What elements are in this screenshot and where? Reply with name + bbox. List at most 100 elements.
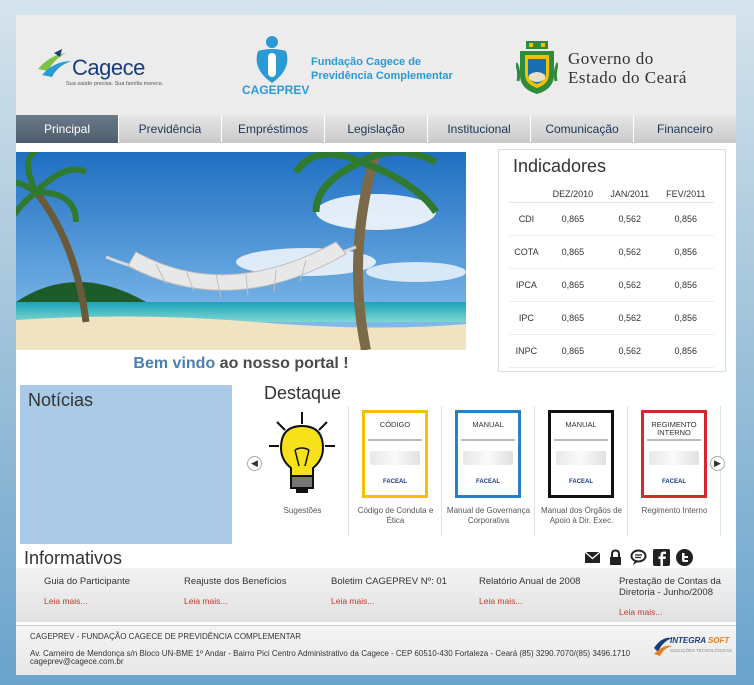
indicator-value: 0,562 (601, 235, 658, 269)
nav-comunicacao[interactable]: Comunicação (531, 115, 634, 143)
support-bodies-manual-cover: MANUAL FACEAL (548, 410, 614, 498)
main-nav: Principal Previdência Empréstimos Legisl… (16, 115, 736, 143)
welcome-message: Bem vindo ao nosso portal ! (16, 355, 466, 373)
table-row: IPC 0,865 0,562 0,856 (509, 301, 714, 335)
featured-caption: Manual de Governança Corporativa (446, 506, 531, 525)
government-name: Governo do Estado do Ceará (568, 49, 687, 87)
indicator-value: 0,856 (657, 268, 714, 302)
table-row: CDI 0,865 0,562 0,856 (509, 202, 714, 236)
welcome-part-2: ao nosso portal ! (219, 355, 349, 372)
news-panel: Notícias (20, 385, 232, 544)
carousel-next-button[interactable]: ▶ (710, 456, 725, 471)
list-item: Prestação de Contas da Diretoria - Junho… (619, 576, 731, 618)
featured-item-governance-manual[interactable]: MANUAL FACEAL Manual de Governança Corpo… (442, 406, 535, 536)
featured-carousel: Sugestões CÓDIGO FACEAL Código de Condut… (247, 406, 736, 536)
cagece-logo[interactable]: Cagece Sua saúde precisa. Sua família me… (36, 47, 166, 89)
read-more-link[interactable]: Leia mais... (44, 596, 164, 607)
indicator-value: 0,865 (543, 235, 602, 269)
cageprev-foundation-name: Fundação Cagece de Previdência Complemen… (311, 55, 461, 83)
indicator-value: 0,865 (543, 301, 602, 335)
developer-logo[interactable]: INTEGRA SOFT SOLUÇÕES TECNOLÓGICAS (652, 634, 732, 664)
government-logo[interactable]: Governo do Estado do Ceará (516, 41, 726, 97)
featured-item-internal-regulation[interactable]: REGIMENTO INTERNO FACEAL Regimento Inter… (628, 406, 721, 536)
cageprev-person-icon (256, 36, 288, 83)
news-title: Notícias (28, 390, 94, 410)
featured-caption: Sugestões (283, 506, 322, 515)
newsletter-item-title[interactable]: Relatório Anual de 2008 (479, 576, 580, 587)
indicator-value: 0,865 (543, 334, 602, 368)
list-item: Reajuste dos Benefícios Leia mais... (184, 576, 314, 607)
social-links (584, 549, 693, 566)
cover-title: REGIMENTO INTERNO (651, 420, 697, 437)
footer: CAGEPREV - FUNDAÇÃO CAGECE DE PREVIDÊNCI… (16, 625, 736, 675)
indicator-value: 0,865 (543, 202, 602, 236)
indicators-header-row: DEZ/2010 JAN/2011 FEV/2011 (509, 186, 714, 203)
footer-org-name: CAGEPREV - FUNDAÇÃO CAGECE DE PREVIDÊNCI… (30, 632, 302, 641)
twitter-icon[interactable] (676, 549, 693, 566)
newsletter-list: Guia do Participante Leia mais... Reajus… (16, 568, 736, 622)
read-more-link[interactable]: Leia mais... (619, 607, 731, 618)
page: Cagece Sua saúde precisa. Sua família me… (16, 15, 736, 675)
nav-legislacao[interactable]: Legislação (325, 115, 428, 143)
cagece-name: Cagece (72, 55, 145, 80)
nav-institucional[interactable]: Institucional (428, 115, 531, 143)
indicator-name: IPC (509, 301, 544, 335)
code-of-conduct-cover: CÓDIGO FACEAL (362, 410, 428, 498)
footer-email[interactable]: cageprev@cagece.com.br (30, 657, 124, 666)
cover-art (556, 451, 606, 465)
indicator-name: CDI (509, 202, 544, 236)
government-line-2: Estado do Ceará (568, 68, 687, 87)
cagece-wave-icon (38, 49, 72, 77)
indicator-value: 0,856 (657, 202, 714, 236)
cover-divider (647, 439, 701, 441)
read-more-link[interactable]: Leia mais... (479, 596, 599, 607)
developer-name: INTEGRA SOFT (670, 636, 729, 645)
newsletter-item-title[interactable]: Prestação de Contas da Diretoria - Junho… (619, 576, 721, 598)
column-header: JAN/2011 (601, 186, 658, 203)
newsletter-item-title[interactable]: Guia do Participante (44, 576, 130, 587)
cover-title: CÓDIGO (379, 420, 411, 429)
chat-icon[interactable] (630, 549, 647, 566)
government-line-1: Governo do (568, 49, 654, 68)
indicator-value: 0,856 (657, 334, 714, 368)
nav-financeiro[interactable]: Financeiro (634, 115, 736, 143)
indicators-title: Indicadores (513, 156, 607, 176)
indicator-value: 0,856 (657, 301, 714, 335)
featured-title: Destaque (264, 383, 342, 403)
featured-item-code-of-conduct[interactable]: CÓDIGO FACEAL Código de Conduta e Ética (349, 406, 442, 536)
indicators-table: DEZ/2010 JAN/2011 FEV/2011 CDI 0,865 0,5… (509, 186, 714, 368)
featured-caption: Código de Conduta e Ética (357, 506, 434, 525)
table-row: COTA 0,865 0,562 0,856 (509, 235, 714, 269)
cover-logo: FACEAL (476, 479, 500, 485)
indicator-value: 0,562 (601, 334, 658, 368)
cageprev-logo[interactable]: CAGEPREV Fundação Cagece de Previdência … (240, 33, 460, 99)
newsletter-item-title[interactable]: Reajuste dos Benefícios (184, 576, 286, 587)
column-header: DEZ/2010 (543, 186, 602, 203)
indicator-name: INPC (509, 334, 544, 368)
indicator-value: 0,562 (601, 268, 658, 302)
indicator-value: 0,865 (543, 268, 602, 302)
cageprev-acronym: CAGEPREV (242, 83, 310, 97)
nav-previdencia[interactable]: Previdência (119, 115, 222, 143)
carousel-prev-button[interactable]: ◀ (247, 456, 262, 471)
developer-name-part-1: INTEGRA (670, 636, 706, 645)
lightbulb-icon (269, 412, 335, 493)
nav-principal[interactable]: Principal (16, 115, 119, 143)
newsletter-title: Informativos (24, 548, 123, 568)
foundation-line-2: Previdência Complementar (311, 70, 453, 82)
newsletter-item-title[interactable]: Boletim CAGEPREV Nº: 01 (331, 576, 447, 587)
read-more-link[interactable]: Leia mais... (184, 596, 314, 607)
list-item: Boletim CAGEPREV Nº: 01 Leia mais... (331, 576, 461, 607)
beach-hammock-illustration (16, 152, 466, 350)
facebook-icon[interactable] (653, 549, 670, 566)
integra-swoosh-icon (654, 637, 672, 656)
list-item: Guia do Participante Leia mais... (44, 576, 164, 607)
featured-item-suggestions[interactable]: Sugestões (256, 406, 349, 536)
mail-icon[interactable] (584, 549, 601, 566)
nav-emprestimos[interactable]: Empréstimos (222, 115, 325, 143)
read-more-link[interactable]: Leia mais... (331, 596, 461, 607)
cover-divider (368, 439, 422, 441)
featured-item-support-bodies-manual[interactable]: MANUAL FACEAL Manual dos Órgãos de Apoio… (535, 406, 628, 536)
lock-icon[interactable] (607, 549, 624, 566)
indicators-panel: Indicadores DEZ/2010 JAN/2011 FEV/2011 C… (498, 149, 726, 372)
